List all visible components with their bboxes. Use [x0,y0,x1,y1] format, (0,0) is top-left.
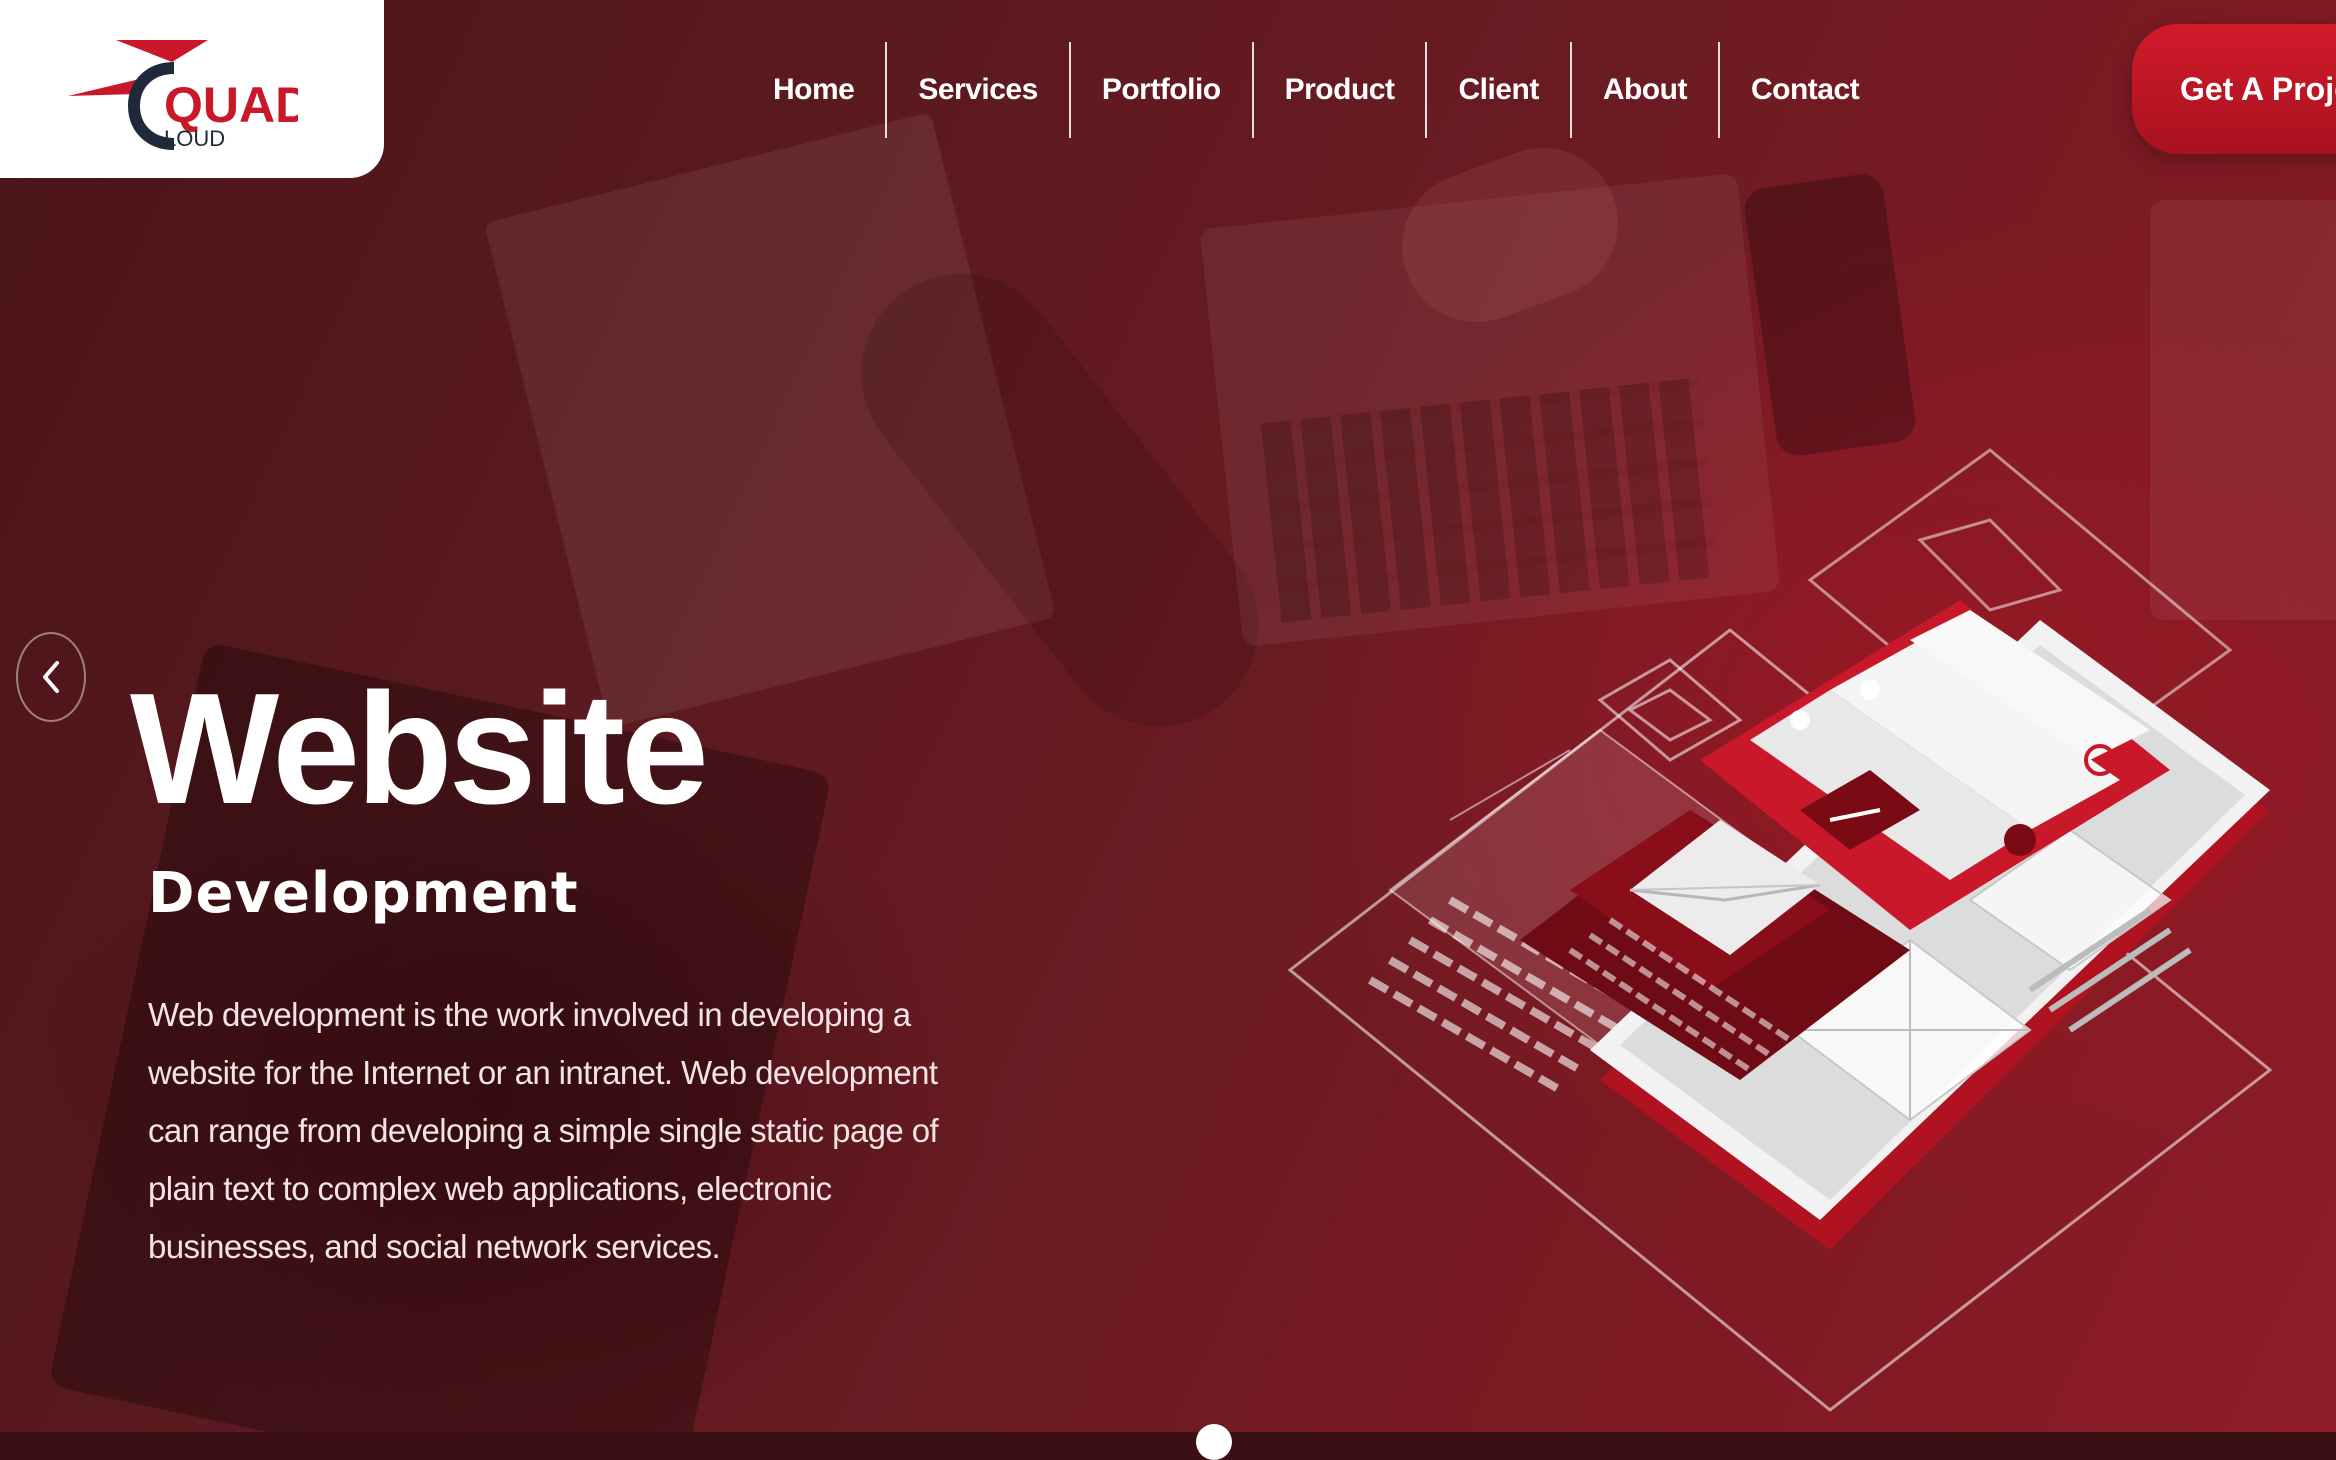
nav-item-services[interactable]: Services [885,42,1068,138]
main-nav: Home Services Portfolio Product Client A… [742,42,1890,138]
get-a-project-button[interactable]: Get A Project [2132,24,2336,154]
logo[interactable]: QUAD LOUD [0,0,384,178]
background-phone [1741,171,1919,459]
nav-item-product[interactable]: Product [1251,42,1426,138]
logo-subtext: LOUD [164,126,225,151]
nav-item-home[interactable]: Home [742,42,885,138]
quad-cloud-logo-icon: QUAD LOUD [68,40,298,151]
hero-description: Web development is the work involved in … [148,996,939,1265]
chevron-left-icon [43,661,59,693]
logo-wordmark: QUAD [164,77,298,133]
nav-item-contact[interactable]: Contact [1717,42,1890,138]
slider-prev-button[interactable] [16,632,86,722]
hero-subtitle: Development [148,861,579,926]
nav-item-about[interactable]: About [1569,42,1718,138]
nav-item-portfolio[interactable]: Portfolio [1068,42,1252,138]
slider-dot[interactable] [1196,1424,1232,1460]
website-development-illustration [1287,448,2273,1412]
hero-title: Website [130,661,709,837]
nav-item-client[interactable]: Client [1425,42,1569,138]
